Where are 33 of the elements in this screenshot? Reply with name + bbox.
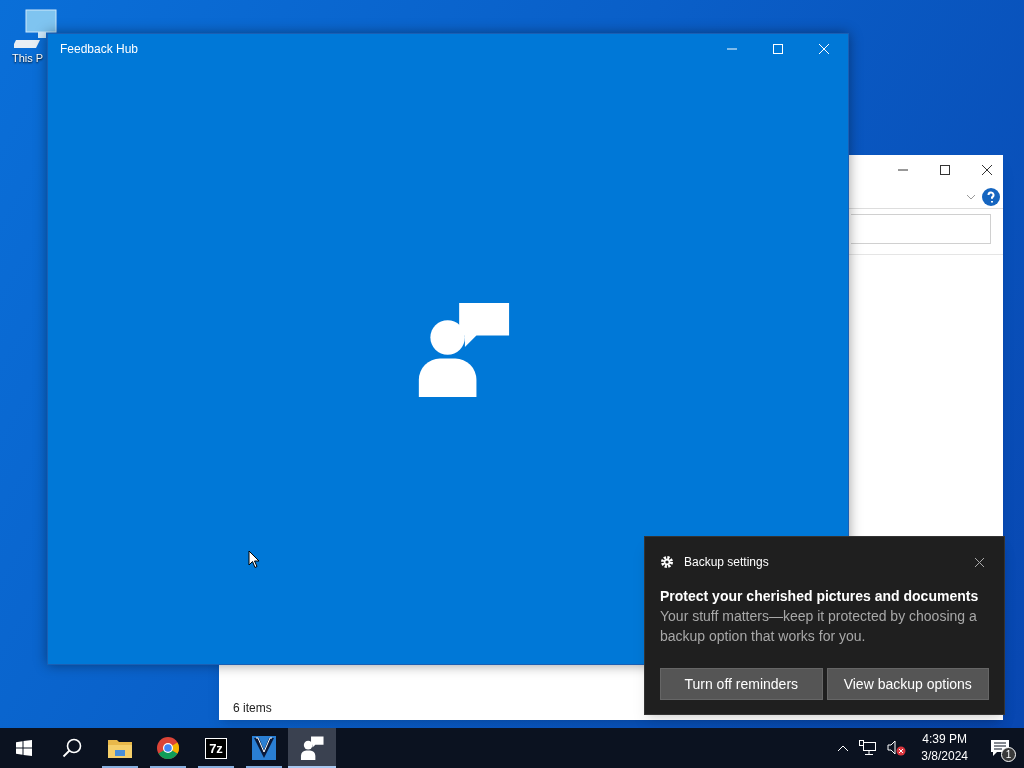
- search-icon: [62, 738, 82, 758]
- notification-app-name: Backup settings: [684, 554, 769, 571]
- window-title: Feedback Hub: [60, 41, 139, 58]
- video-editor-icon: [252, 736, 276, 760]
- folder-icon: [108, 738, 132, 758]
- maximize-icon[interactable]: [939, 164, 951, 176]
- search-field[interactable]: [851, 214, 991, 244]
- close-icon[interactable]: [981, 164, 993, 176]
- chrome-icon: [156, 736, 180, 760]
- action-center-button[interactable]: 1: [982, 728, 1018, 768]
- clock-date[interactable]: 3/8/2024: [921, 748, 968, 765]
- taskbar-app-button[interactable]: 7z: [192, 728, 240, 768]
- windows-icon: [16, 740, 32, 756]
- close-icon[interactable]: [974, 556, 985, 568]
- notification-action-button[interactable]: Turn off reminders: [660, 668, 823, 700]
- chevron-up-icon[interactable]: [837, 744, 850, 752]
- network-icon[interactable]: [859, 740, 878, 756]
- status-text: 6 items: [233, 700, 272, 717]
- notification-action-button[interactable]: View backup options: [826, 668, 989, 700]
- notification-title: Protect your cherished pictures and documents: [660, 587, 980, 605]
- gear-icon: [660, 555, 674, 569]
- taskbar-app-button[interactable]: [288, 728, 336, 768]
- archiver-icon: 7z: [205, 737, 227, 759]
- clock-time[interactable]: 4:39 PM: [922, 731, 967, 748]
- computer-icon[interactable]: [14, 8, 58, 50]
- notification-body: Your stuff matters—keep it protected by choosing a backup option that works for you.: [660, 607, 978, 646]
- notification-count-badge: 1: [1001, 747, 1016, 762]
- muted-speaker-icon[interactable]: [887, 740, 908, 756]
- help-icon[interactable]: [982, 187, 1000, 206]
- mouse-cursor-icon: [248, 550, 260, 569]
- feedback-hub-icon: [300, 736, 324, 760]
- desktop-icon-label[interactable]: This P: [12, 50, 44, 67]
- chevron-down-icon[interactable]: [966, 192, 976, 201]
